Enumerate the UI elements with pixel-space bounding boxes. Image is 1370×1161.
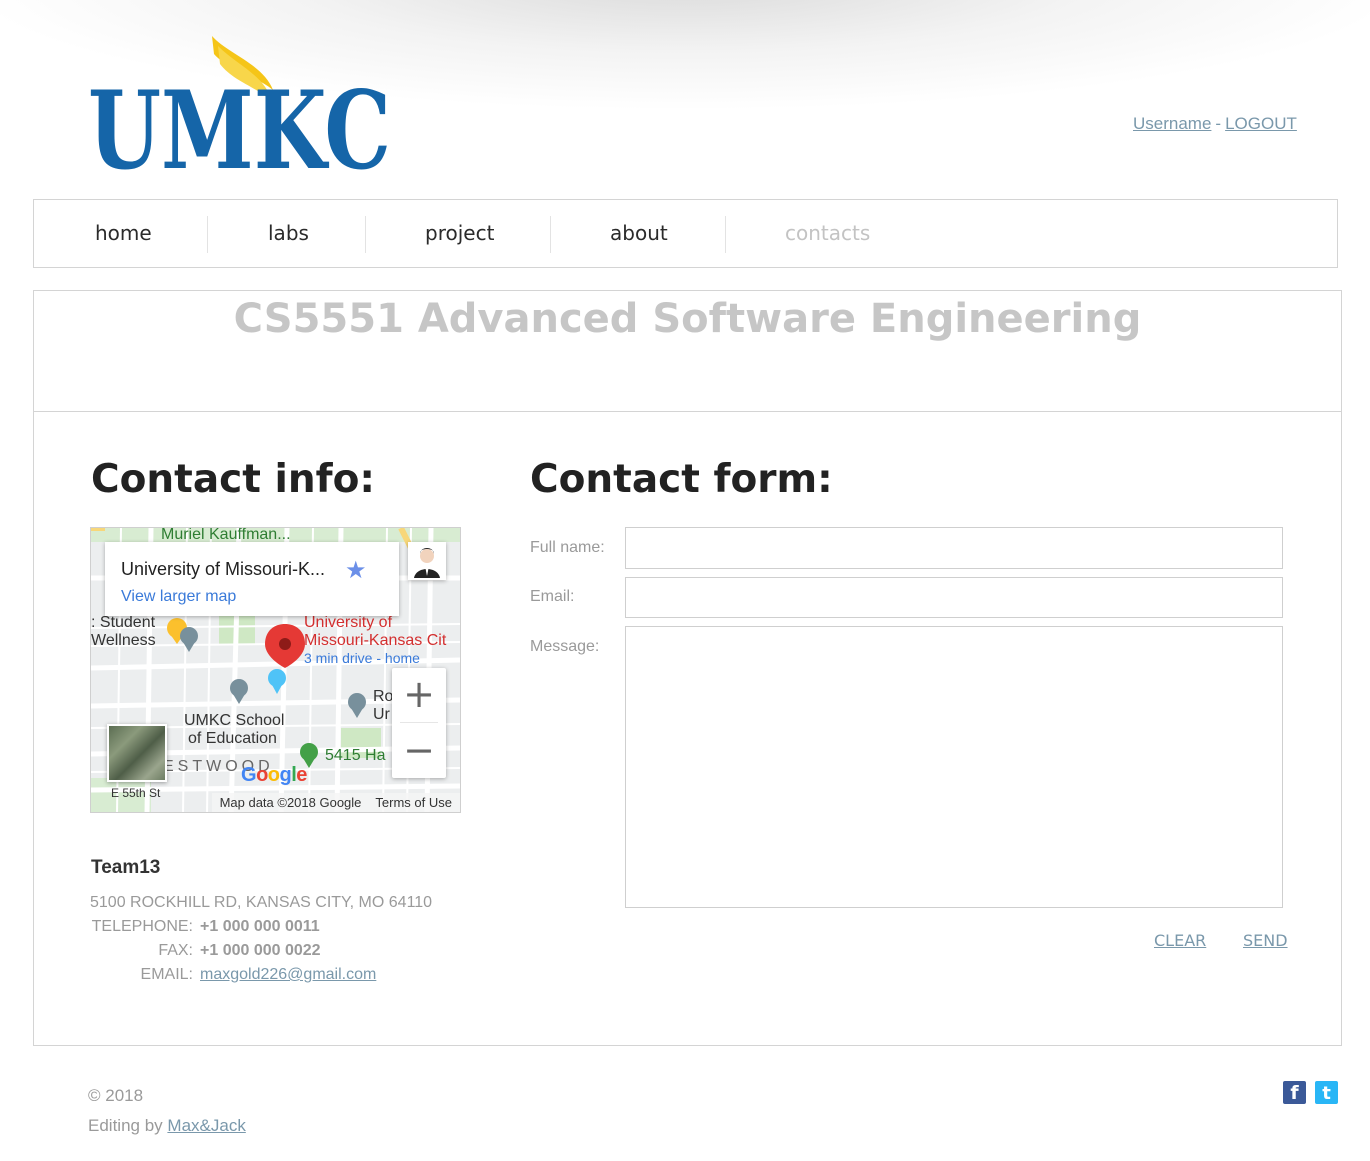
- panel-divider: [34, 411, 1341, 412]
- email-link[interactable]: maxgold226@gmail.com: [200, 966, 376, 983]
- person-icon: [408, 542, 446, 580]
- facebook-icon[interactable]: f: [1283, 1081, 1306, 1104]
- user-links: Username-LOGOUT: [1133, 114, 1297, 134]
- email-field-label: Email:: [530, 588, 574, 606]
- editing-author-link[interactable]: Max&Jack: [167, 1116, 245, 1135]
- nav-about[interactable]: about: [610, 200, 668, 267]
- user-links-separator: -: [1215, 114, 1221, 133]
- full-name-label: Full name:: [530, 539, 605, 557]
- satellite-view-toggle[interactable]: [107, 724, 167, 782]
- username-link[interactable]: Username: [1133, 114, 1211, 133]
- clear-button[interactable]: CLEAR: [1154, 931, 1206, 950]
- nav-divider: [725, 216, 726, 253]
- nav-divider: [365, 216, 366, 253]
- message-label: Message:: [530, 638, 599, 656]
- map-place-title: University of Missouri-K...: [121, 559, 325, 580]
- map-label: UMKC School: [184, 712, 284, 730]
- copyright: © 2018: [88, 1086, 143, 1106]
- twitter-icon[interactable]: t: [1315, 1081, 1338, 1104]
- zoom-divider: [400, 722, 438, 723]
- nav-contacts[interactable]: contacts: [785, 200, 870, 267]
- contact-form-heading: Contact form:: [530, 458, 833, 502]
- contact-info-heading: Contact info:: [91, 458, 375, 502]
- nav-project[interactable]: project: [425, 200, 494, 267]
- terms-of-use-link[interactable]: Terms of Use: [375, 795, 452, 810]
- map-attribution: Map data ©2018 Google Terms of Use: [212, 793, 460, 812]
- map-place-card: University of Missouri-K... View larger …: [105, 542, 399, 616]
- team-name: Team13: [91, 857, 160, 879]
- map-label: Ro: [373, 688, 393, 706]
- google-map[interactable]: Muriel Kauffman... : Student Wellness Un…: [90, 527, 461, 813]
- map-label: Ur: [373, 706, 390, 724]
- view-larger-map-link[interactable]: View larger map: [121, 588, 236, 606]
- nav-divider: [550, 216, 551, 253]
- nav-labs[interactable]: labs: [268, 200, 309, 267]
- send-button[interactable]: SEND: [1243, 931, 1288, 950]
- full-name-input[interactable]: [625, 527, 1283, 569]
- map-label: Wellness: [91, 632, 156, 650]
- map-label: University of: [304, 614, 392, 632]
- star-icon[interactable]: ★: [345, 556, 367, 585]
- address: 5100 ROCKHILL RD, KANSAS CITY, MO 64110: [90, 894, 432, 912]
- map-data-text: Map data ©2018 Google: [220, 795, 362, 810]
- telephone-value: +1 000 000 0011: [200, 918, 320, 936]
- message-textarea[interactable]: [625, 626, 1283, 908]
- map-label: Missouri-Kansas Cit: [304, 632, 446, 650]
- site-title: CS5551 Advanced Software Engineering: [34, 293, 1341, 345]
- fax-label: FAX:: [83, 942, 193, 960]
- logout-link[interactable]: LOGOUT: [1225, 114, 1297, 133]
- map-label: 5415 Ha: [325, 747, 386, 765]
- logo-text: UMKC: [88, 68, 391, 172]
- map-zoom-controls: + −: [392, 668, 446, 778]
- nav-home[interactable]: home: [95, 200, 152, 267]
- google-logo: Google: [241, 764, 307, 787]
- zoom-out-button[interactable]: −: [392, 724, 446, 778]
- editing-prefix: Editing by: [88, 1116, 163, 1135]
- umkc-logo: UMKC: [88, 32, 393, 172]
- fax-value: +1 000 000 0022: [200, 942, 321, 960]
- nav-divider: [207, 216, 208, 253]
- zoom-in-button[interactable]: +: [392, 668, 446, 722]
- map-label: 3 min drive - home: [304, 650, 420, 666]
- editing-credit: Editing by Max&Jack: [88, 1116, 246, 1136]
- telephone-label: TELEPHONE:: [83, 918, 193, 936]
- map-label: of Education: [188, 730, 277, 748]
- map-label: : Student: [91, 614, 155, 632]
- email-label: EMAIL:: [83, 966, 193, 984]
- email-field[interactable]: [625, 577, 1283, 618]
- avatar[interactable]: [408, 542, 446, 580]
- main-nav: home labs project about contacts: [33, 199, 1338, 268]
- map-label: E 55th St: [111, 786, 160, 800]
